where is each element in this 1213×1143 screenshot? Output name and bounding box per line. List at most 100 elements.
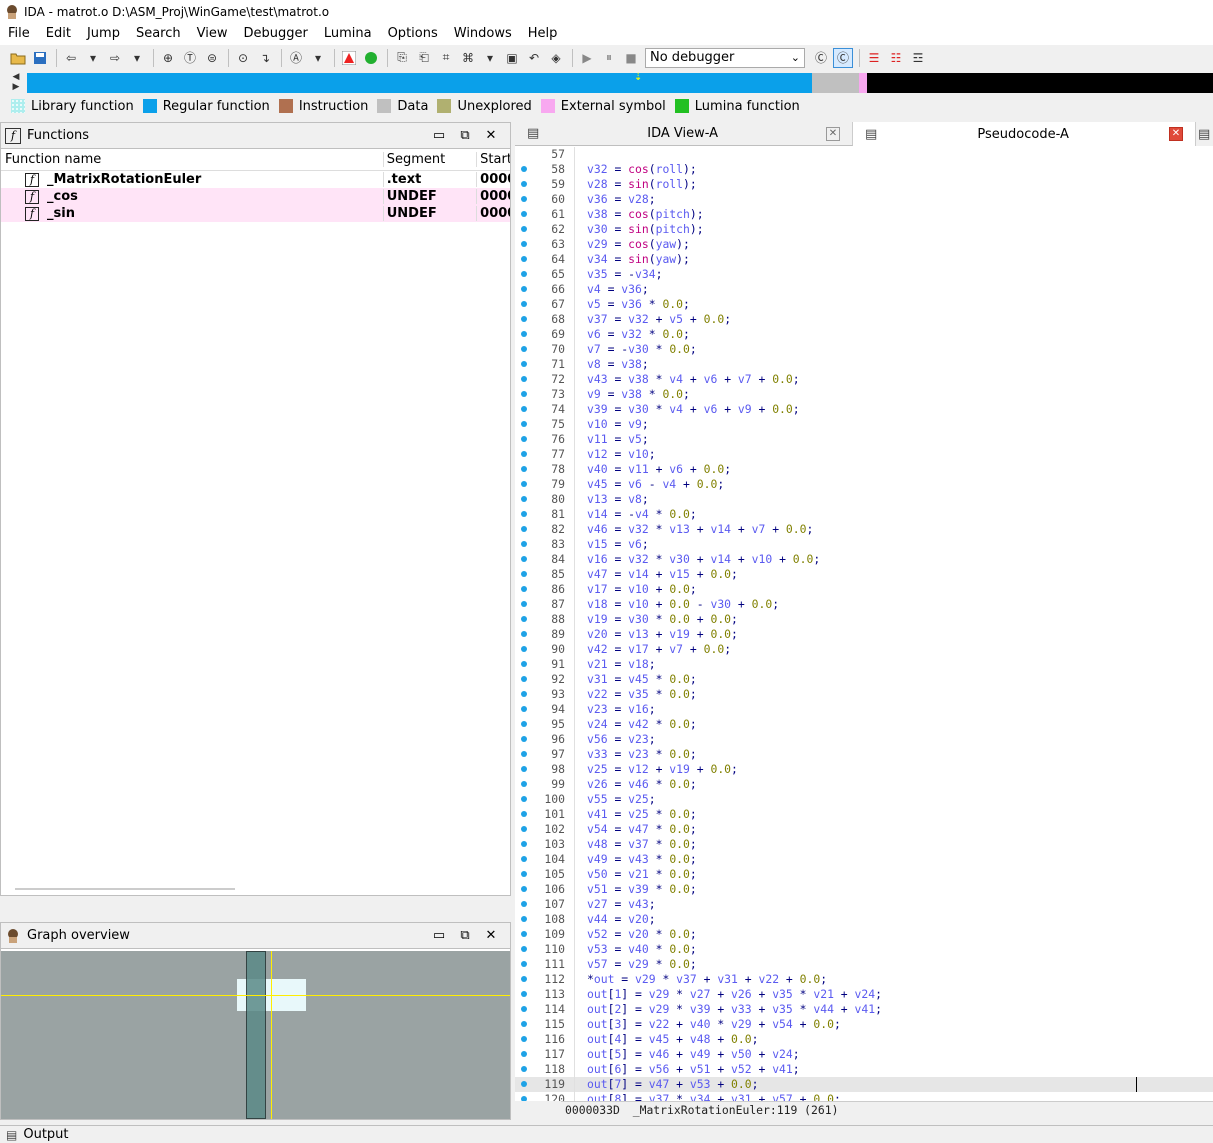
- code-line[interactable]: 107 v27 = v43;: [515, 897, 1213, 912]
- close-icon[interactable]: ✕: [1169, 127, 1183, 141]
- close-icon[interactable]: ✕: [478, 128, 504, 143]
- code-line[interactable]: 115 out[3] = v22 + v40 * v29 + v54 + 0.0;: [515, 1017, 1213, 1032]
- breakpoint-icon[interactable]: [339, 48, 359, 68]
- code-line[interactable]: 109 v52 = v20 * 0.0;: [515, 927, 1213, 942]
- code-line[interactable]: 119 out[7] = v47 + v53 + 0.0;: [515, 1077, 1213, 1092]
- save-icon[interactable]: [30, 48, 50, 68]
- code-line[interactable]: 104 v49 = v43 * 0.0;: [515, 852, 1213, 867]
- code-line[interactable]: 82 v46 = v32 * v13 + v14 + v7 + 0.0;: [515, 522, 1213, 537]
- code-line[interactable]: 63 v29 = cos(yaw);: [515, 237, 1213, 252]
- table-row[interactable]: f _MatrixRotationEuler .text 0000: [1, 171, 510, 188]
- code-line[interactable]: 111 v57 = v29 * 0.0;: [515, 957, 1213, 972]
- code-line[interactable]: 69 v6 = v32 * 0.0;: [515, 327, 1213, 342]
- list-add-icon[interactable]: ☷: [886, 48, 906, 68]
- code-line[interactable]: 83 v15 = v6;: [515, 537, 1213, 552]
- code-line[interactable]: 80 v13 = v8;: [515, 492, 1213, 507]
- chevron-down-icon[interactable]: ▾: [127, 48, 147, 68]
- table-row[interactable]: f _cos UNDEF 0000: [1, 188, 510, 205]
- code-line[interactable]: 81 v14 = -v4 * 0.0;: [515, 507, 1213, 522]
- struct-view-icon[interactable]: ⊜: [202, 48, 222, 68]
- table-row[interactable]: f _sin UNDEF 0000: [1, 205, 510, 222]
- code-line[interactable]: 116 out[4] = v45 + v48 + 0.0;: [515, 1032, 1213, 1047]
- paste-icon[interactable]: ⎗: [414, 48, 434, 68]
- code-icon[interactable]: ⊙: [233, 48, 253, 68]
- code-line[interactable]: 79 v45 = v6 - v4 + 0.0;: [515, 477, 1213, 492]
- code-line[interactable]: 76 v11 = v5;: [515, 432, 1213, 447]
- forward-arrow-icon[interactable]: ⇨: [105, 48, 125, 68]
- code-line[interactable]: 91 v21 = v18;: [515, 657, 1213, 672]
- column-header-start[interactable]: Start: [476, 152, 510, 167]
- code-line[interactable]: 90 v42 = v17 + v7 + 0.0;: [515, 642, 1213, 657]
- code-line[interactable]: 93 v22 = v35 * 0.0;: [515, 687, 1213, 702]
- column-header-function-name[interactable]: Function name: [1, 152, 383, 167]
- nav-band-scroll-arrows[interactable]: ◀ ▶: [6, 72, 26, 94]
- code-line[interactable]: 59 v28 = sin(roll);: [515, 177, 1213, 192]
- code-line[interactable]: 108 v44 = v20;: [515, 912, 1213, 927]
- back-arrow-icon[interactable]: ⇦: [61, 48, 81, 68]
- code-line[interactable]: 106 v51 = v39 * 0.0;: [515, 882, 1213, 897]
- menu-help[interactable]: Help: [520, 23, 566, 45]
- code-line[interactable]: 64 v34 = sin(yaw);: [515, 252, 1213, 267]
- code-line[interactable]: 61 v38 = cos(pitch);: [515, 207, 1213, 222]
- code-line[interactable]: 98 v25 = v12 + v19 + 0.0;: [515, 762, 1213, 777]
- graph-overview-canvas[interactable]: [1, 951, 510, 1119]
- code-line[interactable]: 67 v5 = v36 * 0.0;: [515, 297, 1213, 312]
- code-line[interactable]: 60 v36 = v28;: [515, 192, 1213, 207]
- code-line[interactable]: 95 v24 = v42 * 0.0;: [515, 717, 1213, 732]
- run-green-icon[interactable]: [361, 48, 381, 68]
- code-line[interactable]: 57: [515, 147, 1213, 162]
- menu-edit[interactable]: Edit: [38, 23, 79, 45]
- string-icon[interactable]: Ⓐ: [286, 48, 306, 68]
- code-line[interactable]: 112 *out = v29 * v37 + v31 + v22 + 0.0;: [515, 972, 1213, 987]
- play-icon[interactable]: ▶: [577, 48, 597, 68]
- diamond-icon[interactable]: ◈: [546, 48, 566, 68]
- menu-options[interactable]: Options: [380, 23, 446, 45]
- graph-viewport-rect[interactable]: [246, 951, 266, 1119]
- code-line[interactable]: 65 v35 = -v34;: [515, 267, 1213, 282]
- restore-icon[interactable]: ⧉: [452, 928, 478, 943]
- code-line[interactable]: 86 v17 = v10 + 0.0;: [515, 582, 1213, 597]
- stop-icon[interactable]: ■: [621, 48, 641, 68]
- decompile-icon[interactable]: Ⓒ: [811, 48, 831, 68]
- close-icon[interactable]: ✕: [826, 126, 840, 141]
- undo-icon[interactable]: ↶: [524, 48, 544, 68]
- menu-file[interactable]: File: [0, 23, 38, 45]
- tab-ida-view-a[interactable]: ▤ IDA View-A ✕: [515, 122, 853, 146]
- code-line[interactable]: 92 v31 = v45 * 0.0;: [515, 672, 1213, 687]
- pause-icon[interactable]: ⏸: [599, 48, 619, 68]
- code-line[interactable]: 73 v9 = v38 * 0.0;: [515, 387, 1213, 402]
- open-folder-icon[interactable]: [8, 48, 28, 68]
- code-line[interactable]: 75 v10 = v9;: [515, 417, 1213, 432]
- chevron-down-icon[interactable]: ▾: [308, 48, 328, 68]
- maximize-icon[interactable]: ▭: [426, 928, 452, 943]
- code-line[interactable]: 94 v23 = v16;: [515, 702, 1213, 717]
- code-line[interactable]: 68 v37 = v32 + v5 + 0.0;: [515, 312, 1213, 327]
- code-line[interactable]: 84 v16 = v32 * v30 + v14 + v10 + 0.0;: [515, 552, 1213, 567]
- hex-view-icon[interactable]: ⊕: [158, 48, 178, 68]
- menu-lumina[interactable]: Lumina: [316, 23, 380, 45]
- code-line[interactable]: 89 v20 = v13 + v19 + 0.0;: [515, 627, 1213, 642]
- tab-pseudocode-a[interactable]: ▤ Pseudocode-A ✕: [853, 122, 1195, 146]
- code-line[interactable]: 58 v32 = cos(roll);: [515, 162, 1213, 177]
- decompile-active-icon[interactable]: Ⓒ: [833, 47, 853, 68]
- patch-icon[interactable]: ⌗: [436, 48, 456, 68]
- maximize-icon[interactable]: ▭: [426, 128, 452, 143]
- menu-view[interactable]: View: [189, 23, 236, 45]
- copy-icon[interactable]: ⎘: [392, 48, 412, 68]
- pseudocode-view[interactable]: 57 58 v32 = cos(roll); 59 v28 = sin(roll); 60…: [515, 146, 1213, 1101]
- code-line[interactable]: 105 v50 = v21 * 0.0;: [515, 867, 1213, 882]
- code-line[interactable]: 101 v41 = v25 * 0.0;: [515, 807, 1213, 822]
- navigation-band[interactable]: ◀ ▶ ⇣: [6, 72, 1213, 94]
- square-icon[interactable]: ▣: [502, 48, 522, 68]
- code-line[interactable]: 78 v40 = v11 + v6 + 0.0;: [515, 462, 1213, 477]
- code-line[interactable]: 100 v55 = v25;: [515, 792, 1213, 807]
- code-line[interactable]: 113 out[1] = v29 * v27 + v26 + v35 * v21 …: [515, 987, 1213, 1002]
- list-remove-icon[interactable]: ☲: [908, 48, 928, 68]
- list-red-icon[interactable]: ☰: [864, 48, 884, 68]
- code-line[interactable]: 102 v54 = v47 * 0.0;: [515, 822, 1213, 837]
- code-line[interactable]: 88 v19 = v30 * 0.0 + 0.0;: [515, 612, 1213, 627]
- code-line[interactable]: 110 v53 = v40 * 0.0;: [515, 942, 1213, 957]
- restore-icon[interactable]: ⧉: [452, 128, 478, 143]
- menu-search[interactable]: Search: [128, 23, 189, 45]
- code-line[interactable]: 99 v26 = v46 * 0.0;: [515, 777, 1213, 792]
